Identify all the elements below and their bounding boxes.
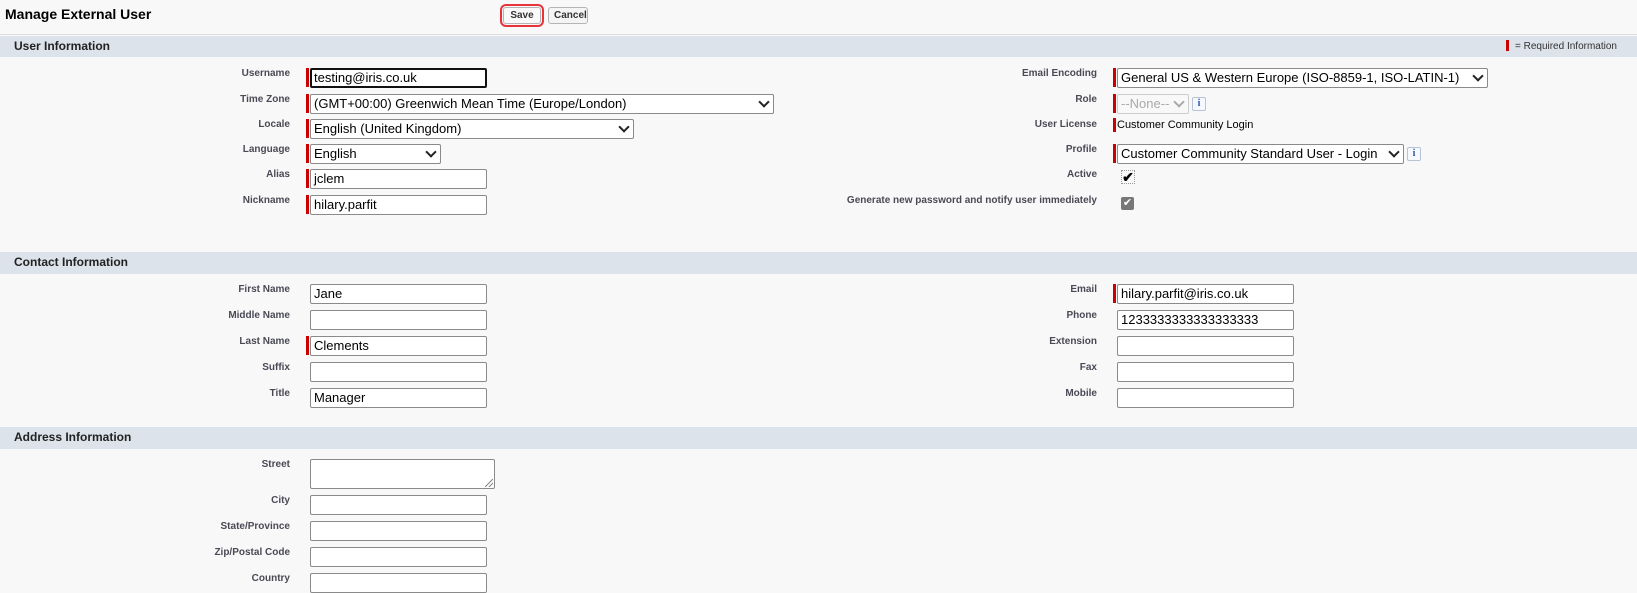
active-label: Active xyxy=(1066,169,1097,180)
suffix-input[interactable] xyxy=(310,362,487,382)
username-input[interactable]: testing@iris.co.uk xyxy=(310,68,487,88)
profile-label: Profile xyxy=(1065,144,1097,155)
required-indicator xyxy=(1113,144,1116,163)
required-legend: = Required Information xyxy=(1505,40,1617,52)
city-label: City xyxy=(271,495,290,506)
generate-password-checkbox[interactable]: ✔ xyxy=(1121,197,1134,210)
role-select[interactable]: --None-- xyxy=(1117,94,1189,114)
required-indicator-icon xyxy=(1505,40,1509,51)
extension-input[interactable] xyxy=(1117,336,1294,356)
chevron-down-icon xyxy=(425,146,437,158)
chevron-down-icon xyxy=(758,96,770,108)
save-button[interactable]: Save xyxy=(500,4,544,27)
state-label: State/Province xyxy=(220,521,290,532)
middle-name-input[interactable] xyxy=(310,310,487,330)
required-indicator xyxy=(306,68,309,87)
required-indicator xyxy=(306,119,309,138)
chevron-down-icon xyxy=(1173,96,1185,108)
nickname-input[interactable]: hilary.parfit xyxy=(310,195,487,215)
role-label: Role xyxy=(1075,94,1097,105)
header-divider xyxy=(0,34,1637,35)
email-encoding-select[interactable]: General US & Western Europe (ISO-8859-1,… xyxy=(1117,68,1488,88)
country-label: Country xyxy=(251,573,290,584)
language-select[interactable]: English xyxy=(310,144,441,164)
required-indicator xyxy=(306,336,309,355)
fax-input[interactable] xyxy=(1117,362,1294,382)
locale-select[interactable]: English (United Kingdom) xyxy=(310,119,634,139)
first-name-input[interactable]: Jane xyxy=(310,284,487,304)
cancel-button[interactable]: Cancel xyxy=(548,7,588,24)
extension-label: Extension xyxy=(1049,336,1097,347)
section-title: Contact Information xyxy=(14,255,128,269)
username-label: Username xyxy=(241,68,290,79)
resize-handle-icon[interactable] xyxy=(485,479,493,487)
middle-name-label: Middle Name xyxy=(228,310,290,321)
required-indicator xyxy=(306,94,309,113)
time-zone-label: Time Zone xyxy=(240,94,290,105)
phone-input[interactable]: 1233333333333333333 xyxy=(1117,310,1294,330)
chevron-down-icon xyxy=(1472,70,1484,82)
first-name-label: First Name xyxy=(238,284,290,295)
street-textarea[interactable] xyxy=(310,459,495,489)
country-input[interactable] xyxy=(310,573,487,593)
chevron-down-icon xyxy=(618,121,630,133)
language-label: Language xyxy=(242,144,290,155)
required-indicator xyxy=(306,169,309,188)
alias-input[interactable]: jclem xyxy=(310,169,487,189)
email-encoding-label: Email Encoding xyxy=(1021,68,1097,79)
email-input[interactable]: hilary.parfit@iris.co.uk xyxy=(1117,284,1294,304)
chevron-down-icon xyxy=(1388,146,1400,158)
section-title: Address Information xyxy=(14,430,132,444)
fax-label: Fax xyxy=(1079,362,1097,373)
phone-label: Phone xyxy=(1066,310,1097,321)
page-title: Manage External User xyxy=(5,6,152,22)
profile-info-icon[interactable]: i xyxy=(1407,147,1421,161)
title-label: Title xyxy=(269,388,290,399)
last-name-label: Last Name xyxy=(239,336,290,347)
section-header-address-information: Address Information xyxy=(0,427,1637,449)
section-title: User Information xyxy=(14,39,111,53)
required-indicator xyxy=(306,195,309,214)
suffix-label: Suffix xyxy=(262,362,290,373)
profile-select[interactable]: Customer Community Standard User - Login xyxy=(1117,144,1404,164)
email-label: Email xyxy=(1070,284,1097,295)
user-license-value: Customer Community Login xyxy=(1117,119,1254,131)
required-indicator xyxy=(1113,68,1116,87)
required-indicator xyxy=(1113,284,1116,303)
active-checkbox[interactable]: ✔ xyxy=(1121,170,1135,184)
zip-input[interactable] xyxy=(310,547,487,567)
required-indicator xyxy=(1113,118,1116,132)
street-label: Street xyxy=(261,459,290,470)
generate-password-label: Generate new password and notify user im… xyxy=(846,195,1097,206)
time-zone-select[interactable]: (GMT+00:00) Greenwich Mean Time (Europe/… xyxy=(310,94,774,114)
zip-label: Zip/Postal Code xyxy=(214,547,290,558)
city-input[interactable] xyxy=(310,495,487,515)
user-license-label: User License xyxy=(1034,119,1097,130)
title-input[interactable]: Manager xyxy=(310,388,487,408)
last-name-input[interactable]: Clements xyxy=(310,336,487,356)
locale-label: Locale xyxy=(258,119,290,130)
required-indicator xyxy=(1113,94,1116,113)
mobile-input[interactable] xyxy=(1117,388,1294,408)
section-header-contact-information: Contact Information xyxy=(0,252,1637,274)
mobile-label: Mobile xyxy=(1065,388,1097,399)
alias-label: Alias xyxy=(266,169,290,180)
nickname-label: Nickname xyxy=(242,195,290,206)
state-input[interactable] xyxy=(310,521,487,541)
required-indicator xyxy=(306,144,309,163)
section-header-user-information: User Information = Required Information xyxy=(0,36,1637,57)
role-info-icon[interactable]: i xyxy=(1192,97,1206,111)
